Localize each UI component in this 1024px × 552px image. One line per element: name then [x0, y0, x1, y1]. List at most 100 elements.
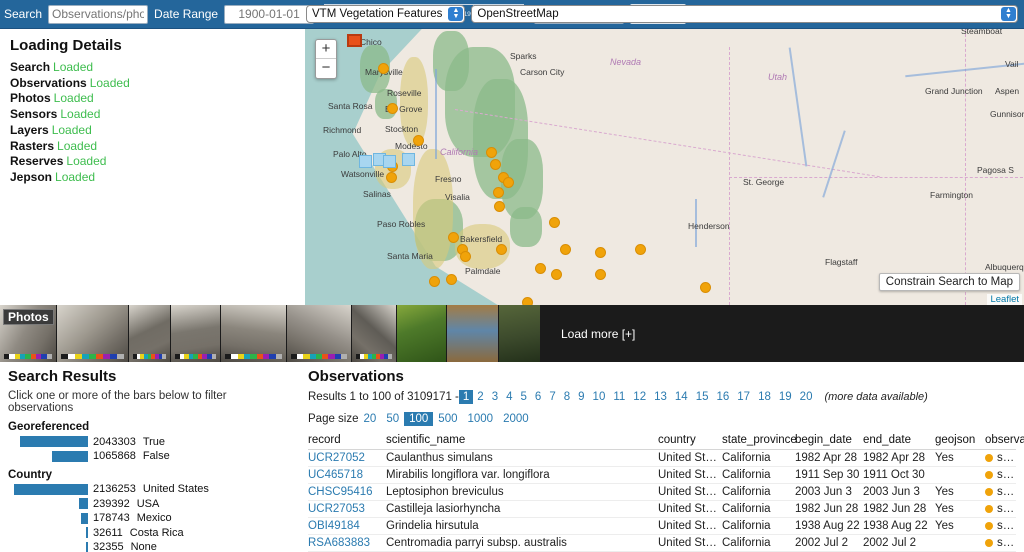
page-number-link[interactable]: 2: [473, 391, 487, 403]
table-row[interactable]: OBI49184 Grindelia hirsutula United States…: [308, 517, 1016, 535]
map-observation-marker[interactable]: [493, 187, 504, 198]
map-observation-marker[interactable]: [429, 276, 440, 287]
facet-bar[interactable]: [79, 498, 88, 509]
map-observation-marker[interactable]: [413, 135, 424, 146]
date-start-input[interactable]: [224, 4, 315, 24]
photo-thumbnail[interactable]: [352, 305, 397, 362]
page-size-option[interactable]: 20: [359, 413, 382, 425]
map-observation-marker[interactable]: [494, 201, 505, 212]
map-reserve-marker[interactable]: [359, 155, 372, 168]
table-row[interactable]: CHSC95416 Leptosiphon breviculus United St…: [308, 483, 1016, 501]
page-size-option[interactable]: 50: [381, 413, 404, 425]
photo-thumbnail[interactable]: [447, 305, 499, 362]
map-observation-marker[interactable]: [490, 159, 501, 170]
facet-bar-row[interactable]: 178743 Mexico: [8, 512, 292, 525]
map-observation-marker[interactable]: [448, 232, 459, 243]
map-observation-marker[interactable]: [387, 103, 398, 114]
facet-bar[interactable]: [86, 527, 88, 538]
map-observation-marker[interactable]: [700, 282, 711, 293]
record-link[interactable]: RSA683883: [308, 537, 370, 549]
overlay-layer-select[interactable]: VTM Vegetation Features ▲ ▼: [306, 5, 466, 23]
facet-bar-row[interactable]: 239392 USA: [8, 497, 292, 510]
column-header[interactable]: geojson: [935, 434, 985, 450]
column-header[interactable]: state_province: [722, 434, 797, 450]
column-header[interactable]: country: [658, 434, 722, 450]
page-number-link[interactable]: 7: [545, 391, 559, 403]
page-number-link[interactable]: 10: [589, 391, 610, 403]
map-observation-marker[interactable]: [446, 274, 457, 285]
page-number-link[interactable]: 1: [458, 390, 474, 404]
column-header[interactable]: observation_type: [985, 434, 1024, 450]
map-observation-marker[interactable]: [549, 217, 560, 228]
map-observation-marker[interactable]: [503, 177, 514, 188]
load-more-photos-button[interactable]: Load more [+]: [541, 305, 1024, 362]
column-header[interactable]: end_date: [863, 434, 935, 450]
page-size-option[interactable]: 100: [404, 412, 434, 426]
page-number-link[interactable]: 6: [531, 391, 545, 403]
page-number-link[interactable]: 14: [671, 391, 692, 403]
record-link[interactable]: OBI49184: [308, 520, 360, 532]
map-observation-marker[interactable]: [460, 251, 471, 262]
page-number-link[interactable]: 9: [574, 391, 588, 403]
base-layer-select[interactable]: OpenStreetMap ▲ ▼: [471, 5, 1018, 23]
constrain-search-to-map-button[interactable]: Constrain Search to Map: [878, 273, 1020, 291]
map-observation-marker[interactable]: [595, 247, 606, 258]
page-number-link[interactable]: 8: [560, 391, 574, 403]
page-number-link[interactable]: 16: [712, 391, 733, 403]
page-number-link[interactable]: 15: [692, 391, 713, 403]
facet-bar-row[interactable]: 32355 None: [8, 541, 292, 552]
map-observation-marker[interactable]: [522, 297, 533, 305]
map-observation-marker[interactable]: [635, 244, 646, 255]
map-reserve-marker[interactable]: [402, 153, 415, 166]
page-size-option[interactable]: 1000: [462, 413, 498, 425]
zoom-out-button[interactable]: −: [316, 59, 336, 78]
record-link[interactable]: UC465718: [308, 469, 363, 481]
map-view[interactable]: ChicoMarysvilleCarson CitySparksRosevill…: [305, 29, 1024, 305]
map-reserve-marker[interactable]: [383, 155, 396, 168]
table-row[interactable]: UCR27053 Castilleja lasiorhyncha United St…: [308, 500, 1016, 518]
facet-bar-row[interactable]: 32611 Costa Rica: [8, 526, 292, 539]
map-zoom-control[interactable]: + −: [315, 39, 337, 79]
page-number-link[interactable]: 12: [629, 391, 650, 403]
zoom-in-button[interactable]: +: [316, 40, 336, 59]
page-number-link[interactable]: 18: [754, 391, 775, 403]
facet-bar[interactable]: [20, 436, 88, 447]
page-number-link[interactable]: 17: [733, 391, 754, 403]
page-number-link[interactable]: 20: [796, 391, 817, 403]
column-header[interactable]: record: [308, 434, 386, 450]
photo-thumbnail[interactable]: [171, 305, 221, 362]
record-link[interactable]: UCR27053: [308, 503, 365, 515]
map-observation-marker[interactable]: [386, 172, 397, 183]
facet-bar-row[interactable]: 2043303 True: [8, 435, 292, 448]
page-size-option[interactable]: 500: [433, 413, 462, 425]
page-number-link[interactable]: 19: [775, 391, 796, 403]
photo-thumbnail[interactable]: [397, 305, 447, 362]
photo-thumbnail[interactable]: [499, 305, 541, 362]
map-observation-marker[interactable]: [378, 63, 389, 74]
facet-bar-row[interactable]: 1065868 False: [8, 450, 292, 463]
table-row[interactable]: RSA683883 Centromadia parryi subsp. austr…: [308, 534, 1016, 552]
photo-thumbnail[interactable]: [57, 305, 129, 362]
leaflet-attribution[interactable]: Leaflet: [987, 294, 1022, 305]
page-number-link[interactable]: 4: [502, 391, 516, 403]
photo-strip[interactable]: Photos Load more [+]: [0, 305, 1024, 362]
page-size-option[interactable]: 2000: [498, 413, 534, 425]
search-input[interactable]: [48, 4, 149, 24]
table-row[interactable]: UC465718 Mirabilis longiflora var. longif…: [308, 466, 1016, 484]
photo-thumbnail[interactable]: [221, 305, 287, 362]
map-observation-marker[interactable]: [535, 263, 546, 274]
photo-thumbnail[interactable]: Photos: [0, 305, 57, 362]
photo-thumbnail[interactable]: [287, 305, 352, 362]
record-link[interactable]: UCR27052: [308, 452, 365, 464]
table-row[interactable]: UCR27052 Caulanthus simulans United States…: [308, 449, 1016, 467]
map-observation-marker[interactable]: [560, 244, 571, 255]
record-link[interactable]: CHSC95416: [308, 486, 373, 498]
map-observation-marker[interactable]: [486, 147, 497, 158]
facet-bar[interactable]: [52, 450, 88, 462]
facet-bar[interactable]: [14, 483, 88, 495]
map-sensor-marker[interactable]: [347, 34, 362, 47]
column-header[interactable]: scientific_name: [386, 434, 658, 450]
facet-bar[interactable]: [81, 512, 88, 524]
facet-bar[interactable]: [86, 541, 88, 552]
page-number-link[interactable]: 5: [517, 391, 531, 403]
